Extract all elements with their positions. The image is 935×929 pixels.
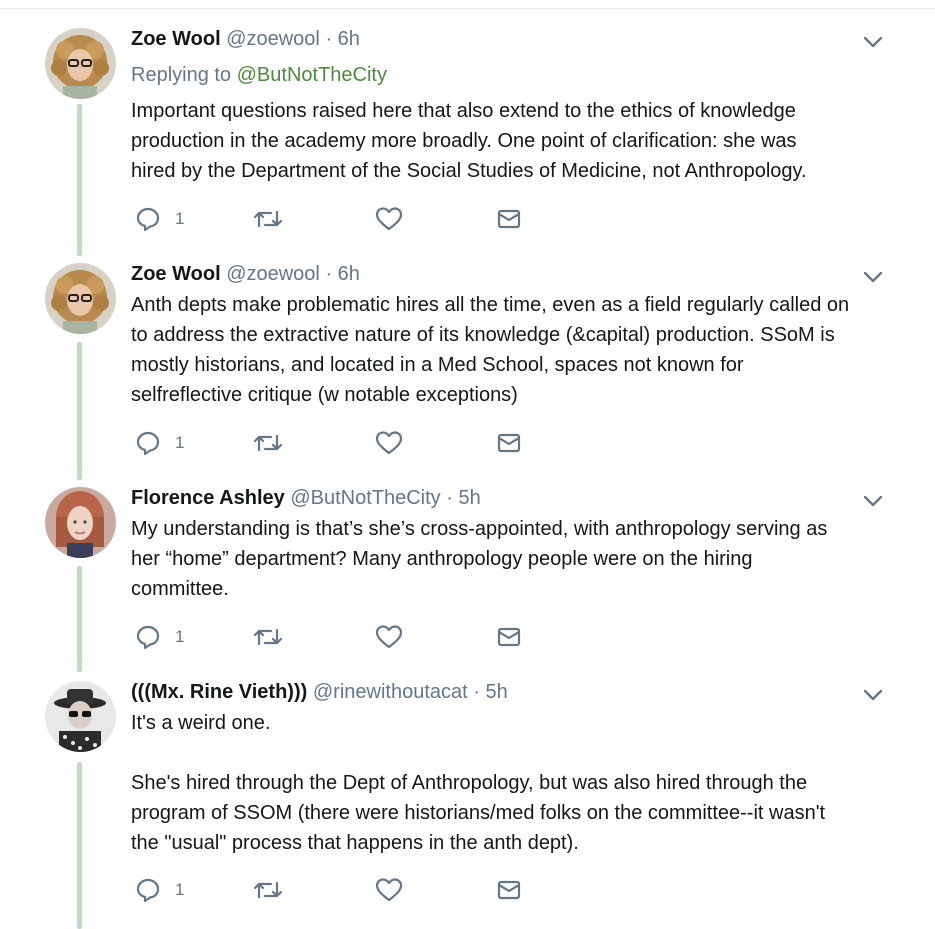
tweet-text: Important questions raised here that als… (131, 96, 901, 186)
author-name[interactable]: (((Mx. Rine Vieth))) (131, 681, 307, 703)
tweet-text-line: Anth depts make problematic hires all th… (131, 294, 850, 316)
tweet-header: Zoe Wool @zoewool · 6h (131, 26, 360, 52)
reply-button[interactable]: 1 (135, 875, 184, 905)
tweet-text-line: committee. (131, 578, 229, 600)
retweet-button[interactable] (253, 428, 283, 458)
like-icon (375, 624, 403, 650)
author-handle[interactable]: @zoewool (226, 28, 320, 50)
author-handle[interactable]: @rinewithoutacat (313, 681, 468, 703)
chevron-down-icon[interactable] (862, 490, 884, 512)
tweet-actions: 1 (131, 428, 551, 458)
tweet-text-line: It's a weird one. (131, 712, 271, 734)
message-icon (496, 877, 522, 903)
reply-button[interactable]: 1 (135, 428, 184, 458)
like-button[interactable] (375, 204, 403, 234)
timestamp[interactable]: 6h (338, 263, 360, 285)
tweet-header: Zoe Wool @zoewool · 6h (131, 261, 360, 287)
author-name[interactable]: Zoe Wool (131, 263, 221, 285)
tweet-text-line: production in the academy more broadly. … (131, 130, 797, 152)
thread-line (77, 342, 82, 480)
author-name[interactable]: Zoe Wool (131, 28, 221, 50)
thread-line (77, 762, 82, 929)
tweet-text-line: My understanding is that’s she’s cross-a… (131, 518, 828, 540)
author-handle[interactable]: @zoewool (226, 263, 320, 285)
timestamp[interactable]: 5h (485, 681, 507, 703)
reply-count: 1 (175, 209, 185, 228)
like-icon (375, 430, 403, 456)
retweet-button[interactable] (253, 622, 283, 652)
tweet-text-line: hired by the Department of the Social St… (131, 160, 807, 182)
like-icon (375, 206, 403, 232)
chevron-down-icon[interactable] (862, 31, 884, 53)
reply-icon (135, 206, 161, 232)
retweet-icon (253, 430, 283, 456)
tweet-header: Florence Ashley @ButNotTheCity · 5h (131, 485, 481, 511)
tweet-text-line: selfreflective critique (w notable excep… (131, 384, 518, 406)
tweet-text: My understanding is that’s she’s cross-a… (131, 514, 901, 604)
mention-link[interactable]: @ButNotTheCity (237, 64, 387, 86)
timestamp[interactable]: 6h (338, 28, 360, 50)
tweet-actions: 1 (131, 875, 551, 905)
avatar[interactable] (45, 681, 116, 752)
message-icon (496, 206, 522, 232)
tweet-text-line: to address the extractive nature of its … (131, 324, 835, 346)
reply-count: 1 (175, 433, 185, 452)
message-button[interactable] (496, 875, 522, 905)
message-button[interactable] (496, 428, 522, 458)
tweet-text: Anth depts make problematic hires all th… (131, 290, 901, 410)
reply-count: 1 (175, 880, 185, 899)
tweet-text: It's a weird one. She's hired through th… (131, 708, 901, 858)
message-button[interactable] (496, 204, 522, 234)
retweet-icon (253, 206, 283, 232)
top-divider (0, 8, 935, 9)
thread-line (77, 104, 82, 256)
message-button[interactable] (496, 622, 522, 652)
retweet-button[interactable] (253, 875, 283, 905)
avatar[interactable] (45, 28, 116, 99)
tweet-text-line: program of SSOM (there were historians/m… (131, 802, 826, 824)
tweet-actions: 1 (131, 204, 551, 234)
retweet-icon (253, 877, 283, 903)
tweet-header: (((Mx. Rine Vieth))) @rinewithoutacat · … (131, 679, 508, 705)
separator: · (325, 28, 333, 50)
like-button[interactable] (375, 622, 403, 652)
separator: · (446, 487, 453, 509)
tweet-text-line: the "usual" process that happens in the … (131, 832, 579, 854)
tweet-text-line: her “home” department? Many anthropology… (131, 548, 753, 570)
replying-to: Replying to @ButNotTheCity (131, 62, 387, 88)
avatar[interactable] (45, 487, 116, 558)
reply-button[interactable]: 1 (135, 204, 184, 234)
separator: · (473, 681, 480, 703)
message-icon (496, 430, 522, 456)
reply-count: 1 (175, 627, 185, 646)
reply-icon (135, 877, 161, 903)
like-button[interactable] (375, 875, 403, 905)
reply-button[interactable]: 1 (135, 622, 184, 652)
timestamp[interactable]: 5h (458, 487, 480, 509)
message-icon (496, 624, 522, 650)
like-button[interactable] (375, 428, 403, 458)
thread-line (77, 566, 82, 672)
retweet-icon (253, 624, 283, 650)
reply-icon (135, 430, 161, 456)
avatar[interactable] (45, 263, 116, 334)
author-handle[interactable]: @ButNotTheCity (290, 487, 440, 509)
chevron-down-icon[interactable] (862, 684, 884, 706)
separator: · (325, 263, 333, 285)
chevron-down-icon[interactable] (862, 266, 884, 288)
like-icon (375, 877, 403, 903)
reply-icon (135, 624, 161, 650)
tweet-text-line: mostly historians, and located in a Med … (131, 354, 744, 376)
author-name[interactable]: Florence Ashley (131, 487, 285, 509)
tweet-text-line: She's hired through the Dept of Anthropo… (131, 772, 808, 794)
replying-to-label: Replying to (131, 64, 232, 86)
tweet-text-line (131, 738, 901, 768)
tweet-actions: 1 (131, 622, 551, 652)
tweet-text-line: Important questions raised here that als… (131, 100, 796, 122)
retweet-button[interactable] (253, 204, 283, 234)
